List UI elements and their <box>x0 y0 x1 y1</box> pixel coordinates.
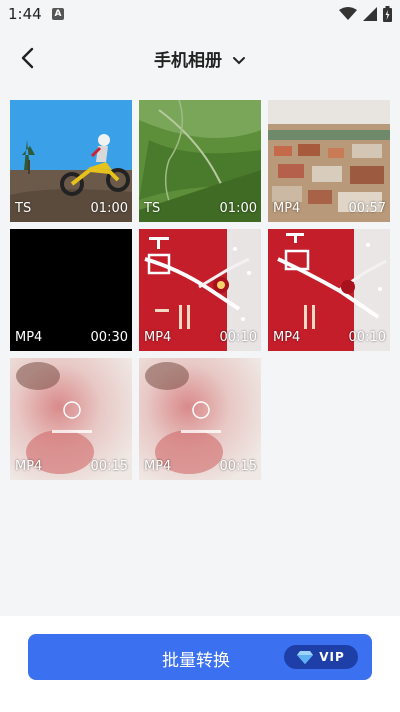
video-thumbnail[interactable]: MP4 00:57 <box>268 100 390 222</box>
video-thumbnail[interactable]: MP4 00:15 <box>139 358 261 480</box>
app-header: 手机相册 <box>0 36 400 80</box>
video-format-label: MP4 <box>15 330 43 345</box>
signal-icon <box>363 7 377 21</box>
video-thumbnail[interactable]: MP4 00:10 <box>268 229 390 351</box>
video-duration-label: 00:15 <box>219 459 257 474</box>
bottom-action-bar: 批量转换 VIP <box>0 616 400 712</box>
video-thumbnail[interactable]: MP4 00:10 <box>139 229 261 351</box>
video-duration-label: 00:15 <box>90 459 128 474</box>
vip-label: VIP <box>319 650 345 664</box>
page-title: 手机相册 <box>154 51 222 71</box>
batch-convert-button[interactable]: 批量转换 VIP <box>28 634 372 680</box>
video-format-label: TS <box>15 201 32 216</box>
video-thumbnail[interactable]: TS 01:00 <box>139 100 261 222</box>
video-thumbnail[interactable]: MP4 00:30 <box>10 229 132 351</box>
video-duration-label: 00:30 <box>90 330 128 345</box>
video-format-label: MP4 <box>273 201 301 216</box>
batch-convert-label: 批量转换 <box>162 651 230 671</box>
battery-icon <box>383 6 392 22</box>
status-time: 1:44 <box>8 5 42 23</box>
video-format-label: MP4 <box>144 459 172 474</box>
chevron-down-icon <box>233 57 245 65</box>
wifi-icon <box>339 7 357 20</box>
video-format-label: TS <box>144 201 161 216</box>
video-format-label: MP4 <box>144 330 172 345</box>
video-duration-label: 00:10 <box>219 330 257 345</box>
status-bar: 1:44 A <box>0 0 400 28</box>
notification-icon: A <box>52 8 64 20</box>
video-format-label: MP4 <box>15 459 43 474</box>
video-duration-label: 00:57 <box>348 201 386 216</box>
video-thumbnail[interactable]: MP4 00:15 <box>10 358 132 480</box>
album-selector[interactable]: 手机相册 <box>0 46 400 71</box>
video-duration-label: 01:00 <box>90 201 128 216</box>
vip-badge: VIP <box>284 645 358 669</box>
video-thumbnail[interactable]: TS 01:00 <box>10 100 132 222</box>
video-duration-label: 01:00 <box>219 201 257 216</box>
video-duration-label: 00:10 <box>348 330 386 345</box>
video-format-label: MP4 <box>273 330 301 345</box>
diamond-icon <box>297 651 314 664</box>
status-icons <box>339 6 392 22</box>
